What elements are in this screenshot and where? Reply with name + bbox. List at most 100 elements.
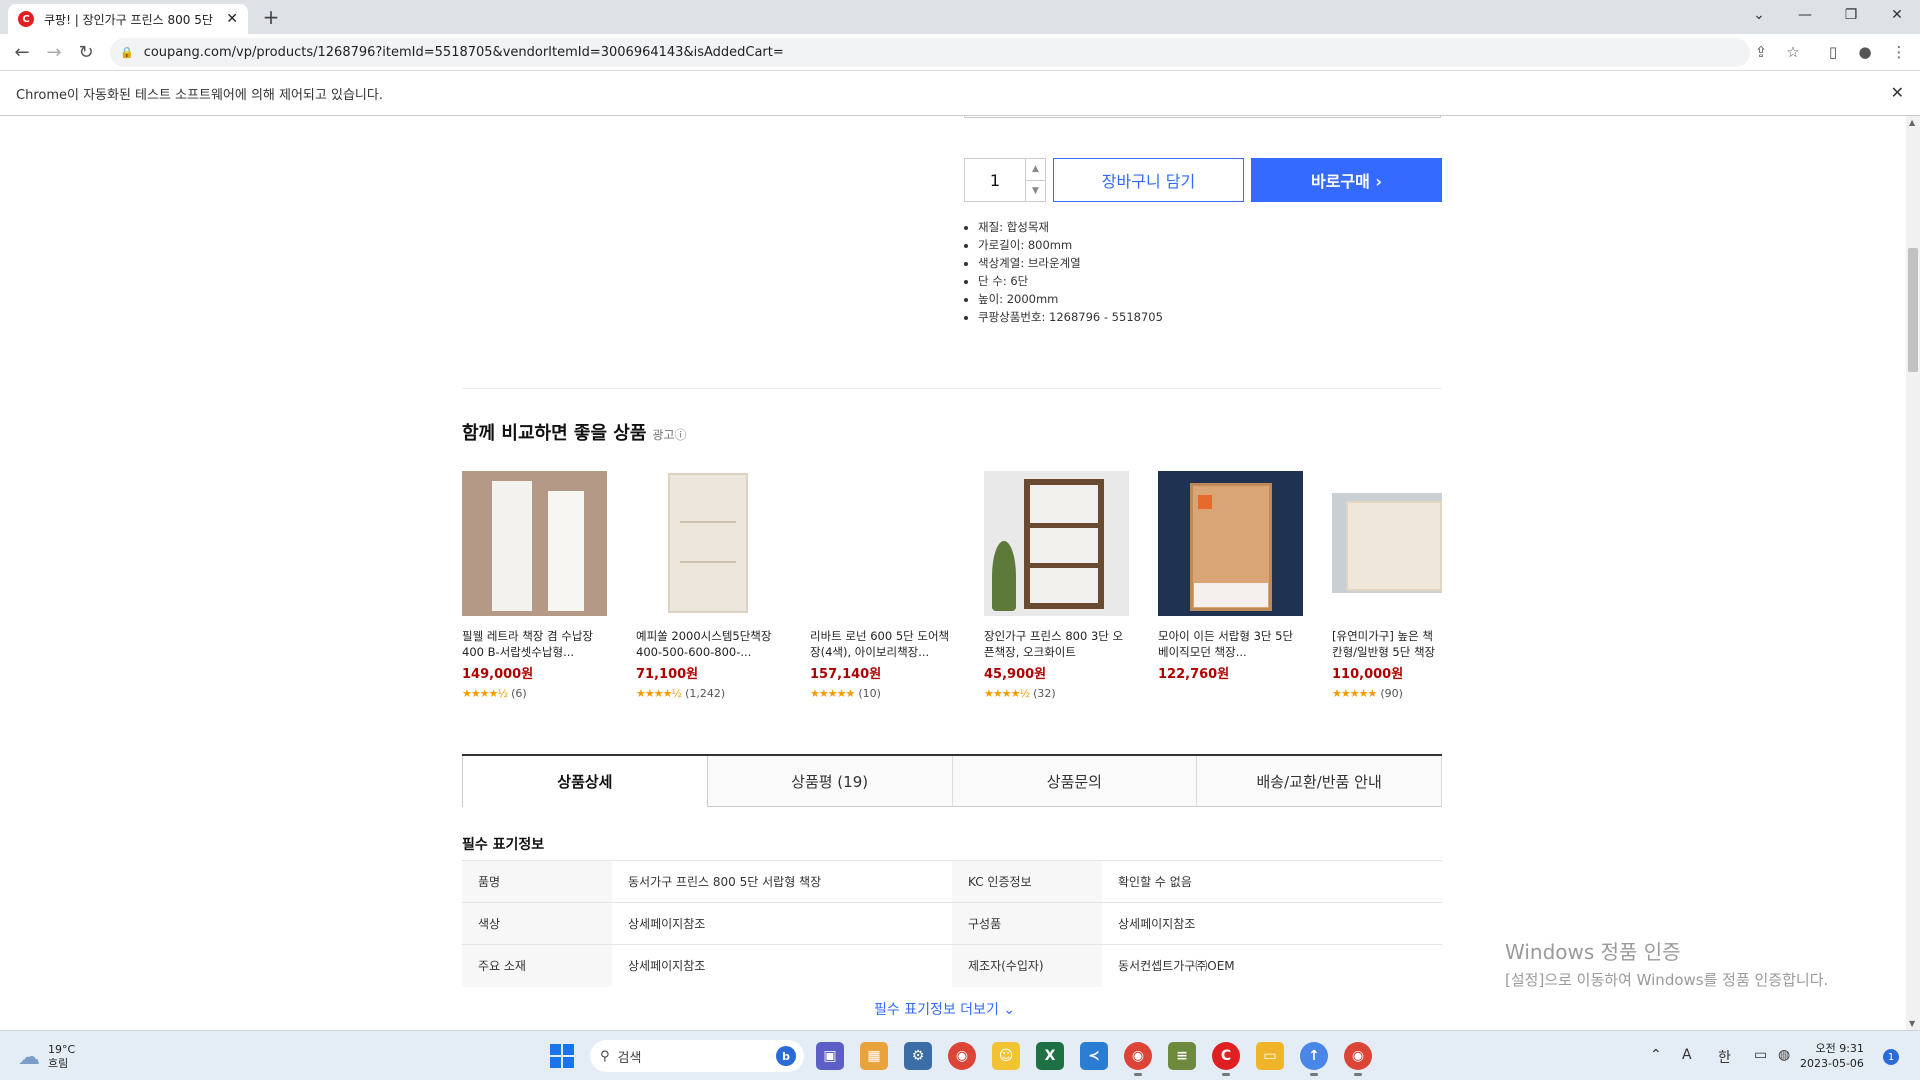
weather-widget[interactable]: ☁ 19°C 흐림 bbox=[18, 1043, 75, 1071]
ime-mode-a[interactable]: A bbox=[1682, 1047, 1692, 1063]
review-count: (32) bbox=[1033, 687, 1056, 700]
product-price: 71,100원 bbox=[636, 667, 699, 682]
info-value: 상세페이지참조 bbox=[612, 944, 952, 987]
browser-tab[interactable]: C 쿠팡! | 장인가구 프린스 800 5단 ✕ bbox=[8, 4, 248, 34]
product-price: 122,760원 bbox=[1158, 667, 1230, 682]
settings-icon[interactable]: ⚙ bbox=[904, 1042, 932, 1070]
new-tab-button[interactable]: + bbox=[258, 4, 284, 30]
star-rating-icon: ★★★★½ bbox=[984, 687, 1030, 700]
product-image[interactable] bbox=[1332, 471, 1442, 616]
taskbar-search[interactable]: ⚲ 검색 b bbox=[590, 1040, 804, 1072]
profile-icon[interactable]: ● bbox=[1854, 43, 1876, 63]
tab-product-detail[interactable]: 상품상세 bbox=[462, 756, 708, 807]
product-name[interactable]: 장인가구 프린스 800 3단 오픈책장, 오크화이트 bbox=[984, 628, 1129, 660]
required-info-more-link[interactable]: 필수 표기정보 더보기 ⌄ bbox=[874, 999, 1015, 1019]
excel-icon[interactable]: X bbox=[1036, 1042, 1064, 1070]
spec-item: 재질: 합성목재 bbox=[978, 218, 1163, 236]
search-placeholder: 검색 bbox=[617, 1050, 642, 1066]
upload-app-icon[interactable]: ↑ bbox=[1300, 1042, 1328, 1076]
page-content: 1 ▲ ▼ 장바구니 담기 바로구매 › 재질: 합성목재 가로길이: 800m… bbox=[0, 116, 1906, 1030]
scroll-up-icon[interactable]: ▲ bbox=[1909, 118, 1915, 127]
minimize-button[interactable]: — bbox=[1782, 0, 1828, 30]
taskbar-clock[interactable]: 오전 9:31 2023-05-06 bbox=[1800, 1041, 1864, 1071]
teams-icon[interactable]: ▣ bbox=[816, 1042, 844, 1070]
bookmark-star-icon[interactable]: ☆ bbox=[1782, 43, 1804, 63]
quantity-up-icon[interactable]: ▲ bbox=[1026, 159, 1045, 181]
option-box-edge bbox=[964, 116, 1441, 118]
photos-icon[interactable]: ▦ bbox=[860, 1042, 888, 1070]
tab-search-icon[interactable]: ⌄ bbox=[1736, 0, 1782, 30]
reload-icon[interactable]: ↻ bbox=[74, 42, 98, 64]
side-panel-icon[interactable]: ▯ bbox=[1822, 43, 1844, 63]
buy-now-button[interactable]: 바로구매 › bbox=[1251, 158, 1442, 202]
chrome-active-icon[interactable]: ◉ bbox=[1344, 1042, 1372, 1076]
spec-item: 가로길이: 800mm bbox=[978, 236, 1163, 254]
spec-list: 재질: 합성목재 가로길이: 800mm 색상계열: 브라운계열 단 수: 6단… bbox=[978, 218, 1163, 326]
star-rating-icon: ★★★★½ bbox=[636, 687, 682, 700]
quantity-stepper[interactable]: 1 ▲ ▼ bbox=[964, 158, 1046, 202]
coupang-app-icon[interactable]: C bbox=[1212, 1042, 1240, 1076]
tray-overflow-icon[interactable]: ⌃ bbox=[1650, 1047, 1662, 1063]
table-row: 품명 동서가구 프린스 800 5단 서랍형 책장 KC 인증정보 확인할 수 … bbox=[462, 860, 1442, 903]
start-button[interactable] bbox=[550, 1044, 574, 1068]
product-image[interactable] bbox=[462, 471, 607, 616]
compare-product-card[interactable]: 예피쏠 2000시스템5단책장 400-500-600-800-... 71,1… bbox=[636, 471, 781, 700]
notification-badge[interactable]: 1 bbox=[1883, 1049, 1899, 1065]
address-bar[interactable]: 🔒 coupang.com/vp/products/1268796?itemId… bbox=[110, 38, 1750, 67]
compare-product-card[interactable]: [유연미가구] 높은 책 칸형/일반형 5단 책장 110,000원 ★★★★★… bbox=[1332, 471, 1442, 700]
volume-icon[interactable]: ◍ bbox=[1778, 1047, 1790, 1063]
compare-product-card[interactable]: 필웰 레트라 책장 겸 수납장400 B-서랍셋수납형... 149,000원 … bbox=[462, 471, 607, 700]
file-explorer-icon[interactable]: ▭ bbox=[1256, 1042, 1284, 1070]
chrome-window-icon[interactable]: ◉ bbox=[1124, 1042, 1152, 1076]
ime-mode-han[interactable]: 한 bbox=[1718, 1047, 1731, 1067]
product-image[interactable] bbox=[636, 471, 781, 616]
detail-tabs: 상품상세 상품평 (19) 상품문의 배송/교환/반품 안내 bbox=[462, 754, 1442, 807]
ad-info-label[interactable]: 광고ⓘ bbox=[652, 428, 686, 442]
tab-reviews[interactable]: 상품평 (19) bbox=[707, 756, 953, 807]
close-window-button[interactable]: ✕ bbox=[1874, 0, 1920, 30]
product-name[interactable]: 리바트 로넌 600 5단 도어책장(4색), 아이보리책장... bbox=[810, 628, 955, 660]
weather-condition: 흐림 bbox=[48, 1057, 69, 1070]
product-name[interactable]: [유연미가구] 높은 책 칸형/일반형 5단 책장 bbox=[1332, 628, 1442, 660]
product-name[interactable]: 필웰 레트라 책장 겸 수납장400 B-서랍셋수납형... bbox=[462, 628, 607, 660]
product-rating: ★★★★½ (6) bbox=[462, 687, 607, 700]
vscode-icon[interactable]: ≺ bbox=[1080, 1042, 1108, 1070]
compare-product-card[interactable]: 장인가구 프린스 800 3단 오픈책장, 오크화이트 45,900원 ★★★★… bbox=[984, 471, 1129, 700]
quantity-value[interactable]: 1 bbox=[965, 159, 1025, 201]
restore-button[interactable]: ❐ bbox=[1828, 0, 1874, 30]
product-price: 157,140원 bbox=[810, 667, 882, 682]
tab-inquiries[interactable]: 상품문의 bbox=[952, 756, 1198, 807]
menu-icon[interactable]: ⋮ bbox=[1888, 43, 1910, 63]
clock-date: 2023-05-06 bbox=[1800, 1057, 1864, 1070]
add-to-cart-button[interactable]: 장바구니 담기 bbox=[1053, 158, 1244, 202]
compare-product-card[interactable]: 리바트 로넌 600 5단 도어책장(4색), 아이보리책장... 157,14… bbox=[810, 471, 955, 700]
compare-product-card[interactable]: 모아이 이든 서랍형 3단 5단 베이직모던 책장... 122,760원 bbox=[1158, 471, 1303, 682]
close-infobar-icon[interactable]: ✕ bbox=[1891, 83, 1904, 102]
info-value: 확인할 수 없음 bbox=[1102, 860, 1442, 903]
watermark-subtitle: [설정]으로 이동하여 Windows를 정품 인증합니다. bbox=[1505, 971, 1829, 989]
product-image[interactable] bbox=[1158, 471, 1303, 616]
chrome-icon[interactable]: ◉ bbox=[948, 1042, 976, 1070]
network-icon[interactable]: ▭ bbox=[1754, 1047, 1767, 1063]
people-icon[interactable]: ☺ bbox=[992, 1042, 1020, 1070]
star-rating-icon: ★★★★★ bbox=[810, 687, 855, 700]
notepad-icon[interactable]: ≡ bbox=[1168, 1042, 1196, 1070]
scrollbar-thumb[interactable] bbox=[1908, 248, 1918, 372]
product-name[interactable]: 예피쏠 2000시스템5단책장 400-500-600-800-... bbox=[636, 628, 781, 660]
product-image[interactable] bbox=[810, 471, 955, 616]
product-rating: ★★★★½ (32) bbox=[984, 687, 1129, 700]
quantity-down-icon[interactable]: ▼ bbox=[1026, 181, 1045, 202]
share-icon[interactable]: ⇪ bbox=[1750, 43, 1772, 63]
scroll-down-icon[interactable]: ▼ bbox=[1909, 1019, 1915, 1028]
bing-icon[interactable]: b bbox=[776, 1046, 796, 1066]
table-row: 색상 상세페이지참조 구성품 상세페이지참조 bbox=[462, 902, 1442, 945]
tab-shipping-returns[interactable]: 배송/교환/반품 안내 bbox=[1197, 756, 1442, 807]
forward-icon[interactable]: → bbox=[42, 42, 66, 64]
product-image[interactable] bbox=[984, 471, 1129, 616]
close-tab-icon[interactable]: ✕ bbox=[226, 11, 238, 27]
product-name[interactable]: 모아이 이든 서랍형 3단 5단 베이직모던 책장... bbox=[1158, 628, 1303, 660]
back-icon[interactable]: ← bbox=[10, 42, 34, 64]
page-scrollbar[interactable]: ▲ ▼ bbox=[1906, 116, 1920, 1030]
lock-icon[interactable]: 🔒 bbox=[120, 46, 134, 59]
tab-title: 쿠팡! | 장인가구 프린스 800 5단 bbox=[44, 12, 213, 27]
